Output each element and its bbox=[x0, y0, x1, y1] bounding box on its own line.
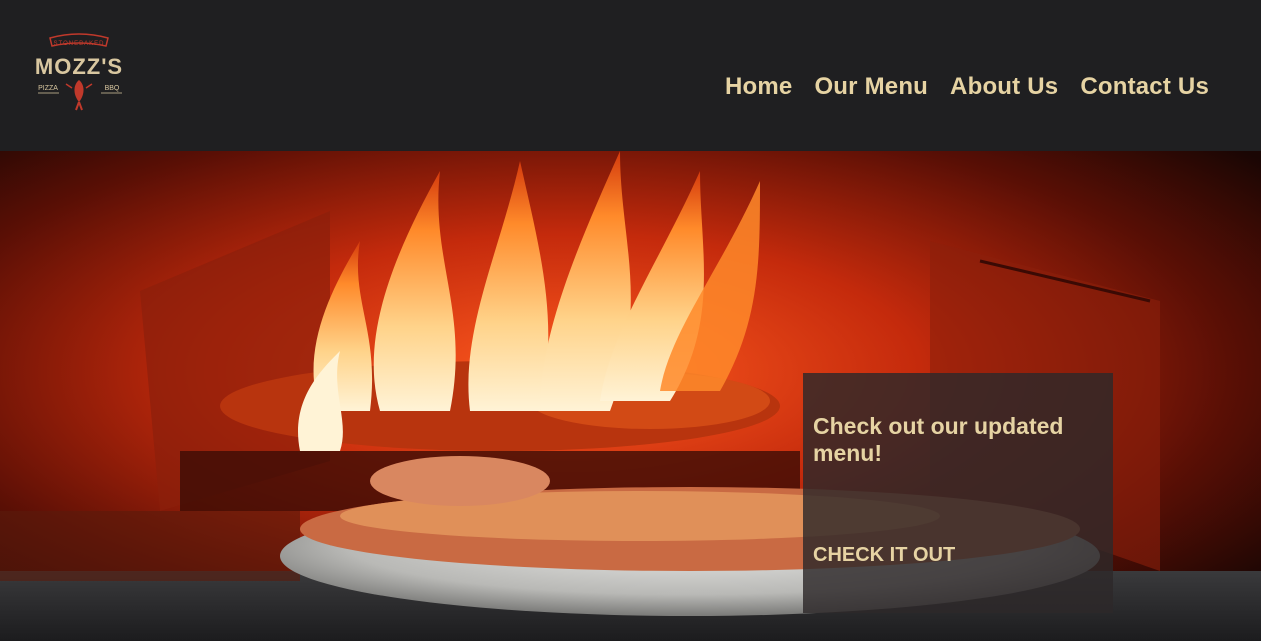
check-it-out-button[interactable]: CHECK IT OUT bbox=[813, 543, 955, 567]
mozzs-logo-icon: STONEBAKED MOZZ'S PIZZA BBQ bbox=[35, 33, 123, 111]
nav-our-menu-link[interactable]: Our Menu bbox=[814, 70, 928, 104]
site-header: STONEBAKED MOZZ'S PIZZA BBQ Home Our Men… bbox=[0, 0, 1261, 151]
hero-section: Check out our updated menu! CHECK IT OUT bbox=[0, 151, 1261, 641]
promo-card: Check out our updated menu! CHECK IT OUT bbox=[803, 373, 1113, 613]
nav-contact-us-link[interactable]: Contact Us bbox=[1080, 70, 1209, 104]
svg-text:MOZZ'S: MOZZ'S bbox=[35, 54, 123, 79]
nav-home-link[interactable]: Home bbox=[725, 70, 792, 104]
svg-text:PIZZA: PIZZA bbox=[38, 85, 58, 92]
promo-title: Check out our updated menu! bbox=[813, 413, 1064, 466]
svg-text:BBQ: BBQ bbox=[105, 85, 120, 92]
svg-text:STONEBAKED: STONEBAKED bbox=[54, 41, 105, 47]
nav-about-us-link[interactable]: About Us bbox=[950, 70, 1058, 104]
brand-logo[interactable]: STONEBAKED MOZZ'S PIZZA BBQ bbox=[28, 28, 130, 112]
main-nav: Home Our Menu About Us Contact Us bbox=[725, 70, 1209, 104]
